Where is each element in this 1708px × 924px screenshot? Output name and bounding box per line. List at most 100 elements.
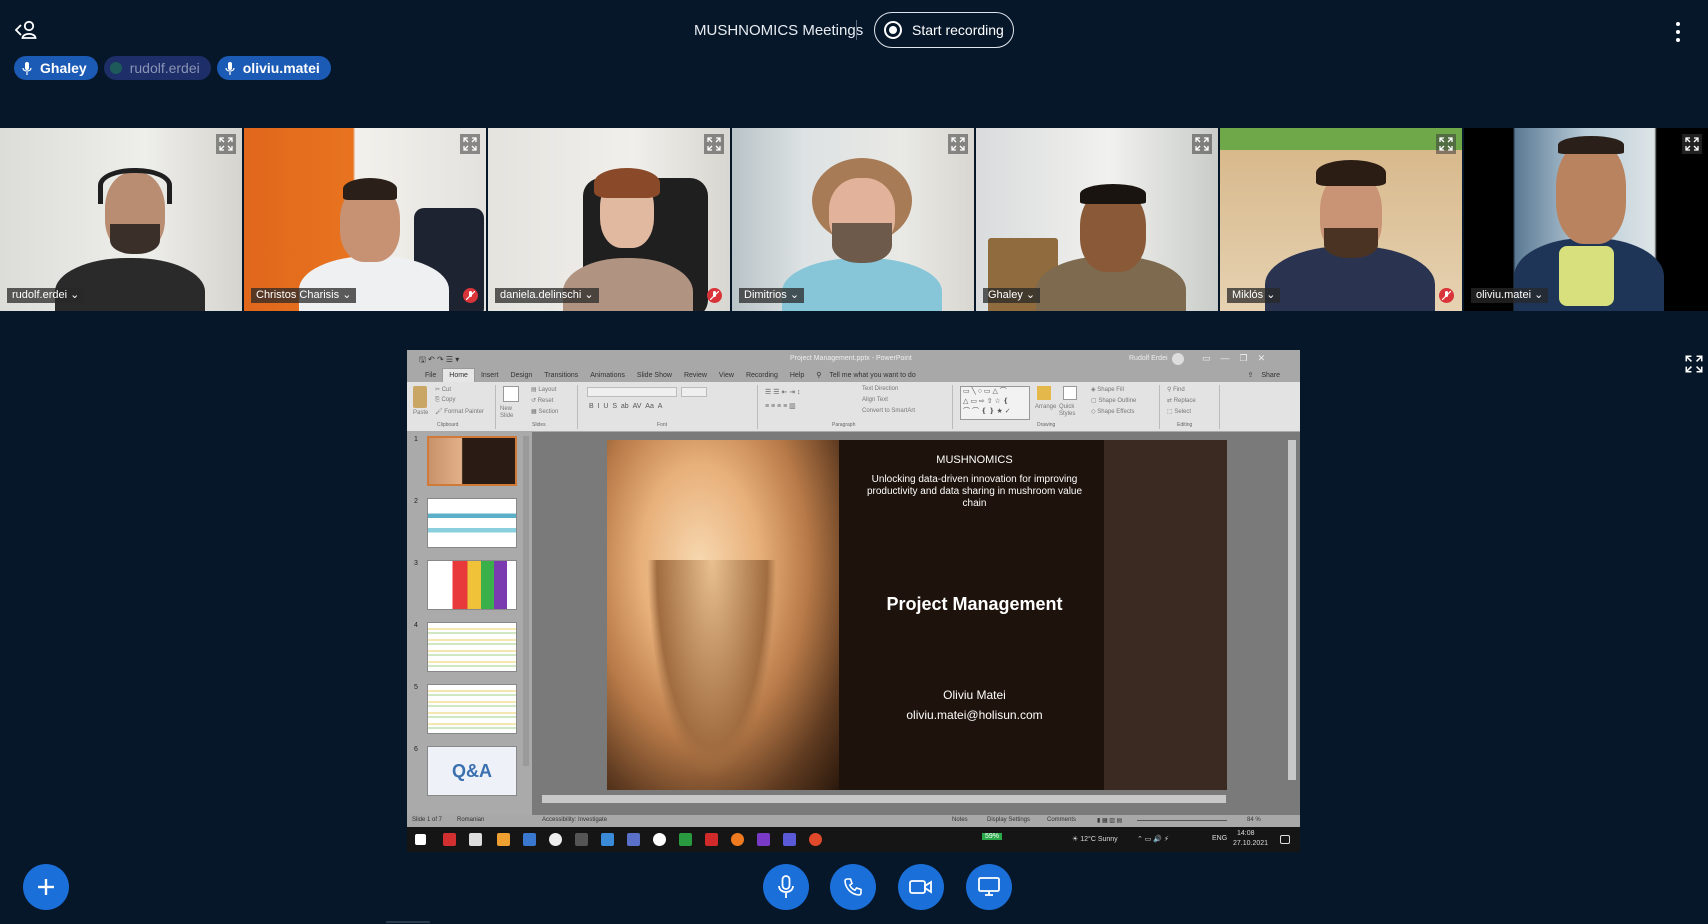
taskbar-time[interactable]: 14:08 <box>1237 830 1255 837</box>
talker-oliviu-matei[interactable]: oliviu.matei <box>216 56 331 80</box>
participant-name[interactable]: Christos Charisis ⌄ <box>251 288 357 303</box>
new-slide-button[interactable]: New Slide <box>500 406 524 420</box>
video-tile-speaking[interactable]: oliviu.matei ⌄ <box>1464 128 1708 311</box>
app-icon[interactable] <box>757 833 770 846</box>
find-button[interactable]: ⚲ Find <box>1167 386 1185 393</box>
tab-transitions[interactable]: Transitions <box>538 372 584 379</box>
video-tile[interactable]: Dimitrios ⌄ <box>732 128 974 311</box>
shapes-gallery[interactable]: ▭ ╲ ○ ▭ △ ⌒ △ ▭ ⇨ ⇧ ☆ ❴ ⌒ ⌒ ❴ ❵ ★ ✓ <box>960 386 1030 420</box>
tab-home[interactable]: Home <box>442 368 475 382</box>
start-recording-button[interactable]: Start recording <box>874 12 1014 48</box>
windows-start-icon[interactable] <box>415 834 426 845</box>
fullscreen-button[interactable] <box>948 134 968 154</box>
tab-recording[interactable]: Recording <box>740 372 784 379</box>
system-tray-icons[interactable]: ⌃ ▭ 🔊 ⚡ <box>1137 835 1169 843</box>
share-button[interactable]: ⇪ Share <box>1242 371 1293 379</box>
actions-button[interactable] <box>23 864 69 910</box>
options-menu-button[interactable] <box>1668 20 1688 44</box>
tab-help[interactable]: Help <box>784 372 810 379</box>
quick-styles-icon[interactable] <box>1063 386 1077 400</box>
view-buttons[interactable]: ▮ ▦ ▥ ▤ <box>1097 817 1122 824</box>
notes-button[interactable]: Notes <box>952 817 968 823</box>
app-icon[interactable] <box>497 833 510 846</box>
tab-file[interactable]: File <box>419 372 442 379</box>
tell-me-search[interactable]: ⚲ Tell me what you want to do <box>810 371 927 379</box>
zoom-slider[interactable] <box>1137 820 1227 821</box>
participant-name[interactable]: oliviu.matei ⌄ <box>1471 288 1549 303</box>
slide-thumbnail-selected[interactable] <box>427 436 517 486</box>
participant-name[interactable]: Dimitrios ⌄ <box>739 288 805 303</box>
participant-name[interactable]: Miklós ⌄ <box>1227 288 1281 303</box>
slide-thumbnail[interactable]: Q&A <box>427 746 517 796</box>
font-format-buttons[interactable]: B I U S ab AV Aa A <box>589 403 662 410</box>
accessibility-status[interactable]: Accessibility: Investigate <box>542 817 607 823</box>
display-settings-button[interactable]: Display Settings <box>987 817 1030 823</box>
app-icon[interactable] <box>653 833 666 846</box>
slide-vertical-scrollbar[interactable] <box>1288 440 1296 780</box>
slide-thumbnail[interactable] <box>427 498 517 548</box>
copy-button[interactable]: ⎘ Copy <box>435 397 455 404</box>
video-tile[interactable]: rudolf.erdei ⌄ <box>0 128 242 311</box>
taskbar-date[interactable]: 27.10.2021 <box>1233 840 1268 847</box>
firefox-icon[interactable] <box>731 833 744 846</box>
align-buttons[interactable]: ≡ ≡ ≡ ≡ ▥ <box>765 402 796 410</box>
fullscreen-button[interactable] <box>1192 134 1212 154</box>
arrange-button[interactable]: Arrange <box>1035 404 1056 410</box>
language-indicator[interactable]: Romanian <box>457 817 484 823</box>
fullscreen-button[interactable] <box>1436 134 1456 154</box>
video-tile[interactable]: Miklós ⌄ <box>1220 128 1462 311</box>
zoom-level[interactable]: 84 % <box>1247 817 1261 823</box>
new-slide-icon[interactable] <box>503 386 519 402</box>
app-icon[interactable] <box>809 833 822 846</box>
fullscreen-button[interactable] <box>704 134 724 154</box>
talker-ghaley[interactable]: Ghaley <box>14 56 98 80</box>
shape-outline-button[interactable]: ▢ Shape Outline <box>1091 397 1136 404</box>
slide-thumbnail[interactable] <box>427 684 517 734</box>
app-icon[interactable] <box>783 833 796 846</box>
avatar[interactable] <box>1172 353 1184 365</box>
mute-button[interactable] <box>763 864 809 910</box>
slide-horizontal-scrollbar[interactable] <box>542 795 1226 803</box>
list-buttons[interactable]: ☰ ☰ ⇤ ⇥ ↕ <box>765 388 801 396</box>
slide-thumbnail[interactable] <box>427 560 517 610</box>
tab-view[interactable]: View <box>713 372 740 379</box>
talker-rudolf-erdei[interactable]: rudolf.erdei <box>103 56 211 80</box>
tab-review[interactable]: Review <box>678 372 713 379</box>
thumbnails-scrollbar[interactable] <box>523 436 529 766</box>
drag-handle[interactable] <box>386 921 430 923</box>
arrange-icon[interactable] <box>1037 386 1051 400</box>
screenshare-fullscreen-button[interactable] <box>1685 355 1705 375</box>
app-icon[interactable] <box>443 833 456 846</box>
input-language[interactable]: ENG <box>1212 835 1227 842</box>
quick-styles-button[interactable]: Quick Styles <box>1059 404 1083 418</box>
tab-insert[interactable]: Insert <box>475 372 505 379</box>
current-slide[interactable]: MUSHNOMICS Unlocking data-driven innovat… <box>607 440 1227 790</box>
font-size-select[interactable] <box>681 387 707 397</box>
font-family-select[interactable] <box>587 387 677 397</box>
app-icon[interactable] <box>549 833 562 846</box>
leave-audio-button[interactable] <box>830 864 876 910</box>
convert-smartart-button[interactable]: Convert to SmartArt <box>862 408 915 414</box>
participant-name[interactable]: daniela.delinschi ⌄ <box>495 288 599 303</box>
app-icon[interactable] <box>469 833 482 846</box>
section-button[interactable]: ▦ Section <box>531 408 558 415</box>
align-text-button[interactable]: Align Text <box>862 397 888 403</box>
video-tile[interactable]: daniela.delinschi ⌄ <box>488 128 730 311</box>
fullscreen-button[interactable] <box>216 134 236 154</box>
replace-button[interactable]: ⇄ Replace <box>1167 397 1196 404</box>
notifications-icon[interactable] <box>1280 835 1290 844</box>
app-icon[interactable] <box>575 833 588 846</box>
cut-button[interactable]: ✂ Cut <box>435 386 451 393</box>
weather-widget[interactable]: ☀ 12°C Sunny <box>1072 835 1118 843</box>
text-direction-button[interactable]: Text Direction <box>862 386 898 392</box>
fullscreen-button[interactable] <box>1682 134 1702 154</box>
paste-button[interactable]: Paste <box>413 410 428 416</box>
participant-name[interactable]: rudolf.erdei ⌄ <box>7 288 85 303</box>
share-screen-button[interactable] <box>966 864 1012 910</box>
window-controls[interactable]: ▭ — ❐ ✕ <box>1202 353 1265 364</box>
video-tile-speaking[interactable]: Ghaley ⌄ <box>976 128 1218 311</box>
user-name[interactable]: Rudolf Erdei <box>1129 355 1168 362</box>
tab-slide-show[interactable]: Slide Show <box>631 372 678 379</box>
shape-effects-button[interactable]: ◇ Shape Effects <box>1091 408 1135 415</box>
app-icon[interactable] <box>705 833 718 846</box>
